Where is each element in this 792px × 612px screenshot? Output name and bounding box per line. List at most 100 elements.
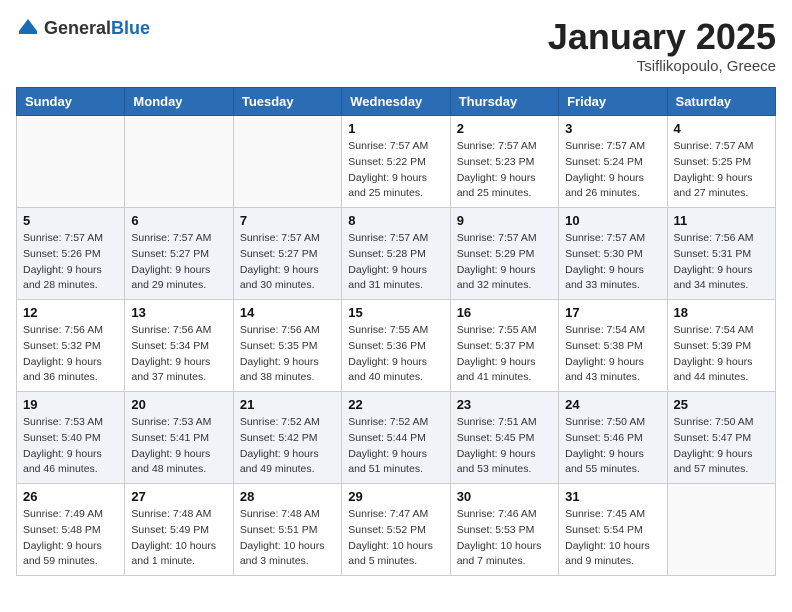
calendar-cell: 4Sunrise: 7:57 AM Sunset: 5:25 PM Daylig… [667, 116, 775, 208]
day-info: Sunrise: 7:50 AM Sunset: 5:47 PM Dayligh… [674, 415, 769, 478]
calendar-cell: 5 Sunrise: 7:57 AM Sunset: 5:26 PM Daylig… [17, 208, 125, 300]
day-info: Sunrise: 7:53 AM Sunset: 5:41 PM Dayligh… [131, 415, 226, 478]
day-info: Sunrise: 7:56 AM Sunset: 5:32 PM Dayligh… [23, 323, 118, 386]
day-number: 24 [565, 397, 660, 412]
day-info: Sunrise: 7:56 AM Sunset: 5:31 PM Dayligh… [674, 231, 769, 294]
calendar-cell: 30Sunrise: 7:46 AM Sunset: 5:53 PM Dayli… [450, 484, 558, 576]
weekday-header: Tuesday [233, 88, 341, 116]
calendar-cell: 25 Sunrise: 7:50 AM Sunset: 5:47 PM Dayli… [667, 392, 775, 484]
month-title: January 2025 [548, 16, 776, 58]
calendar-header-row: SundayMondayTuesdayWednesdayThursdayFrid… [17, 88, 776, 116]
logo: GeneralBlue [16, 16, 150, 40]
calendar-cell: 27Sunrise: 7:48 AM Sunset: 5:49 PM Dayli… [125, 484, 233, 576]
day-number: 9 [457, 213, 552, 228]
day-info: Sunrise: 7:48 AM Sunset: 5:51 PM Dayligh… [240, 507, 335, 570]
day-number: 1 [348, 121, 443, 136]
location-title: Tsiflikopoulo, Greece [548, 58, 776, 75]
day-number: 13 [131, 305, 226, 320]
day-info: Sunrise: 7:56 AM Sunset: 5:35 PM Dayligh… [240, 323, 335, 386]
day-info: Sunrise: 7:47 AM Sunset: 5:52 PM Dayligh… [348, 507, 443, 570]
calendar-cell: 16Sunrise: 7:55 AM Sunset: 5:37 PM Dayli… [450, 300, 558, 392]
logo-text: GeneralBlue [44, 18, 150, 39]
day-number: 7 [240, 213, 335, 228]
calendar-cell: 8 Sunrise: 7:57 AM Sunset: 5:28 PM Daylig… [342, 208, 450, 300]
day-info: Sunrise: 7:54 AM Sunset: 5:38 PM Dayligh… [565, 323, 660, 386]
title-block: January 2025 Tsiflikopoulo, Greece [548, 16, 776, 75]
day-number: 17 [565, 305, 660, 320]
calendar-cell: 1 Sunrise: 7:57 AM Sunset: 5:22 PM Daylig… [342, 116, 450, 208]
page-header: GeneralBlue January 2025 Tsiflikopoulo, … [16, 16, 776, 75]
calendar-cell: 19 Sunrise: 7:53 AM Sunset: 5:40 PM Dayli… [17, 392, 125, 484]
weekday-header: Friday [559, 88, 667, 116]
calendar-cell: 26Sunrise: 7:49 AM Sunset: 5:48 PM Dayli… [17, 484, 125, 576]
calendar-cell: 20Sunrise: 7:53 AM Sunset: 5:41 PM Dayli… [125, 392, 233, 484]
day-number: 8 [348, 213, 443, 228]
calendar-cell [667, 484, 775, 576]
calendar-cell: 12 Sunrise: 7:56 AM Sunset: 5:32 PM Dayli… [17, 300, 125, 392]
calendar-cell: 7Sunrise: 7:57 AM Sunset: 5:27 PM Daylig… [233, 208, 341, 300]
calendar-cell [17, 116, 125, 208]
calendar-table: SundayMondayTuesdayWednesdayThursdayFrid… [16, 87, 776, 576]
day-info: Sunrise: 7:57 AM Sunset: 5:24 PM Dayligh… [565, 139, 660, 202]
day-info: Sunrise: 7:51 AM Sunset: 5:45 PM Dayligh… [457, 415, 552, 478]
logo-icon [16, 16, 40, 40]
calendar-cell: 29 Sunrise: 7:47 AM Sunset: 5:52 PM Dayli… [342, 484, 450, 576]
day-number: 31 [565, 489, 660, 504]
calendar-cell: 15 Sunrise: 7:55 AM Sunset: 5:36 PM Dayli… [342, 300, 450, 392]
day-info: Sunrise: 7:55 AM Sunset: 5:37 PM Dayligh… [457, 323, 552, 386]
day-number: 12 [23, 305, 118, 320]
day-info: Sunrise: 7:45 AM Sunset: 5:54 PM Dayligh… [565, 507, 660, 570]
day-number: 10 [565, 213, 660, 228]
day-info: Sunrise: 7:57 AM Sunset: 5:22 PM Dayligh… [348, 139, 443, 202]
calendar-cell: 2Sunrise: 7:57 AM Sunset: 5:23 PM Daylig… [450, 116, 558, 208]
day-number: 25 [674, 397, 769, 412]
calendar-cell: 17 Sunrise: 7:54 AM Sunset: 5:38 PM Dayli… [559, 300, 667, 392]
calendar-cell: 18Sunrise: 7:54 AM Sunset: 5:39 PM Dayli… [667, 300, 775, 392]
calendar-week-row: 26Sunrise: 7:49 AM Sunset: 5:48 PM Dayli… [17, 484, 776, 576]
calendar-cell: 31 Sunrise: 7:45 AM Sunset: 5:54 PM Dayli… [559, 484, 667, 576]
day-number: 14 [240, 305, 335, 320]
calendar-cell: 6 Sunrise: 7:57 AM Sunset: 5:27 PM Daylig… [125, 208, 233, 300]
day-info: Sunrise: 7:52 AM Sunset: 5:44 PM Dayligh… [348, 415, 443, 478]
day-info: Sunrise: 7:57 AM Sunset: 5:26 PM Dayligh… [23, 231, 118, 294]
calendar-cell: 13Sunrise: 7:56 AM Sunset: 5:34 PM Dayli… [125, 300, 233, 392]
logo-general: General [44, 18, 111, 38]
day-number: 22 [348, 397, 443, 412]
day-number: 18 [674, 305, 769, 320]
day-info: Sunrise: 7:57 AM Sunset: 5:25 PM Dayligh… [674, 139, 769, 202]
calendar-cell: 28 Sunrise: 7:48 AM Sunset: 5:51 PM Dayli… [233, 484, 341, 576]
weekday-header: Wednesday [342, 88, 450, 116]
calendar-cell: 10Sunrise: 7:57 AM Sunset: 5:30 PM Dayli… [559, 208, 667, 300]
day-number: 19 [23, 397, 118, 412]
day-number: 15 [348, 305, 443, 320]
day-info: Sunrise: 7:50 AM Sunset: 5:46 PM Dayligh… [565, 415, 660, 478]
calendar-cell: 3 Sunrise: 7:57 AM Sunset: 5:24 PM Daylig… [559, 116, 667, 208]
calendar-week-row: 19 Sunrise: 7:53 AM Sunset: 5:40 PM Dayli… [17, 392, 776, 484]
day-info: Sunrise: 7:48 AM Sunset: 5:49 PM Dayligh… [131, 507, 226, 570]
calendar-cell: 23 Sunrise: 7:51 AM Sunset: 5:45 PM Dayli… [450, 392, 558, 484]
calendar-week-row: 1 Sunrise: 7:57 AM Sunset: 5:22 PM Daylig… [17, 116, 776, 208]
logo-blue: Blue [111, 18, 150, 38]
calendar-cell [233, 116, 341, 208]
day-number: 28 [240, 489, 335, 504]
calendar-cell: 24 Sunrise: 7:50 AM Sunset: 5:46 PM Dayli… [559, 392, 667, 484]
calendar-cell: 9 Sunrise: 7:57 AM Sunset: 5:29 PM Daylig… [450, 208, 558, 300]
day-info: Sunrise: 7:46 AM Sunset: 5:53 PM Dayligh… [457, 507, 552, 570]
calendar-week-row: 5 Sunrise: 7:57 AM Sunset: 5:26 PM Daylig… [17, 208, 776, 300]
day-number: 5 [23, 213, 118, 228]
day-info: Sunrise: 7:55 AM Sunset: 5:36 PM Dayligh… [348, 323, 443, 386]
day-number: 3 [565, 121, 660, 136]
day-number: 6 [131, 213, 226, 228]
calendar-week-row: 12 Sunrise: 7:56 AM Sunset: 5:32 PM Dayli… [17, 300, 776, 392]
day-number: 23 [457, 397, 552, 412]
calendar-cell [125, 116, 233, 208]
day-info: Sunrise: 7:57 AM Sunset: 5:27 PM Dayligh… [131, 231, 226, 294]
calendar-cell: 21Sunrise: 7:52 AM Sunset: 5:42 PM Dayli… [233, 392, 341, 484]
weekday-header: Thursday [450, 88, 558, 116]
weekday-header: Monday [125, 88, 233, 116]
calendar-cell: 22 Sunrise: 7:52 AM Sunset: 5:44 PM Dayli… [342, 392, 450, 484]
day-info: Sunrise: 7:57 AM Sunset: 5:28 PM Dayligh… [348, 231, 443, 294]
day-info: Sunrise: 7:53 AM Sunset: 5:40 PM Dayligh… [23, 415, 118, 478]
day-info: Sunrise: 7:57 AM Sunset: 5:29 PM Dayligh… [457, 231, 552, 294]
day-number: 29 [348, 489, 443, 504]
